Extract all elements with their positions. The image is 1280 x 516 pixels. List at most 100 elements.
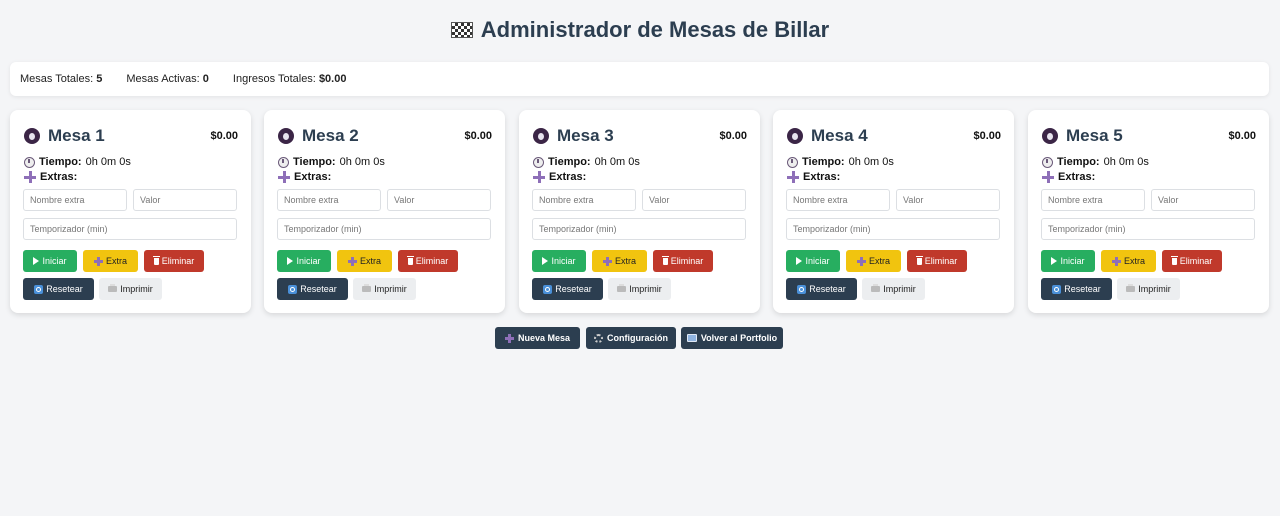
table-card-5: Mesa 5 $0.00 Tiempo: 0h 0m 0s Extras: In… bbox=[1028, 110, 1269, 313]
table-price: $0.00 bbox=[210, 130, 238, 142]
billiard-ball-icon bbox=[787, 128, 803, 144]
delete-button[interactable]: Eliminar bbox=[144, 250, 204, 272]
page-title: Administrador de Mesas de Billar bbox=[0, 14, 1280, 46]
plus-icon bbox=[787, 171, 799, 183]
time-value: 0h 0m 0s bbox=[1103, 156, 1149, 168]
billiard-ball-icon bbox=[533, 128, 549, 144]
table-price: $0.00 bbox=[1228, 130, 1256, 142]
time-value: 0h 0m 0s bbox=[848, 156, 894, 168]
extras-row: Extras: bbox=[24, 171, 77, 183]
page-title-text: Administrador de Mesas de Billar bbox=[480, 17, 830, 42]
billiard-ball-icon bbox=[24, 128, 40, 144]
timer-input[interactable] bbox=[532, 218, 746, 240]
time-value: 0h 0m 0s bbox=[594, 156, 640, 168]
time-label: Tiempo: bbox=[39, 156, 82, 168]
plus-icon bbox=[602, 256, 612, 266]
clock-icon bbox=[787, 156, 798, 168]
printer-icon bbox=[617, 284, 627, 292]
extra-button[interactable]: Extra bbox=[846, 250, 901, 272]
printer-icon bbox=[108, 284, 118, 292]
extra-button[interactable]: Extra bbox=[1101, 250, 1156, 272]
extras-label: Extras: bbox=[40, 171, 78, 183]
table-card-1: Mesa 1 $0.00 Tiempo: 0h 0m 0s Extras: In… bbox=[10, 110, 251, 313]
print-button[interactable]: Imprimir bbox=[862, 278, 925, 300]
extra-value-input[interactable] bbox=[1151, 189, 1255, 211]
print-button[interactable]: Imprimir bbox=[1117, 278, 1180, 300]
plus-icon bbox=[533, 171, 545, 183]
delete-button[interactable]: Eliminar bbox=[653, 250, 713, 272]
extra-value-input[interactable] bbox=[896, 189, 1000, 211]
new-table-button[interactable]: Nueva Mesa bbox=[495, 327, 580, 349]
time-row: Tiempo: 0h 0m 0s bbox=[278, 156, 385, 168]
timer-input[interactable] bbox=[277, 218, 491, 240]
start-button[interactable]: Iniciar bbox=[277, 250, 331, 272]
extra-button[interactable]: Extra bbox=[83, 250, 138, 272]
delete-button[interactable]: Eliminar bbox=[1162, 250, 1222, 272]
stat-active-tables: Mesas Activas: 0 bbox=[126, 73, 209, 85]
time-label: Tiempo: bbox=[802, 156, 845, 168]
clock-icon bbox=[24, 156, 35, 168]
plus-icon bbox=[347, 256, 357, 266]
printer-icon bbox=[871, 284, 881, 292]
start-button[interactable]: Iniciar bbox=[532, 250, 586, 272]
extra-value-input[interactable] bbox=[387, 189, 491, 211]
extra-button[interactable]: Extra bbox=[592, 250, 647, 272]
plus-icon bbox=[856, 256, 866, 266]
clock-icon bbox=[278, 156, 289, 168]
timer-input[interactable] bbox=[786, 218, 1000, 240]
delete-button[interactable]: Eliminar bbox=[907, 250, 967, 272]
delete-button[interactable]: Eliminar bbox=[398, 250, 458, 272]
start-button[interactable]: Iniciar bbox=[1041, 250, 1095, 272]
gear-icon bbox=[594, 333, 603, 343]
reset-button[interactable]: Resetear bbox=[277, 278, 348, 300]
extra-button[interactable]: Extra bbox=[337, 250, 392, 272]
plus-icon bbox=[504, 333, 514, 343]
extra-name-input[interactable] bbox=[23, 189, 127, 211]
back-to-portfolio-button[interactable]: Volver al Portfolio bbox=[681, 327, 783, 349]
reset-button[interactable]: Resetear bbox=[532, 278, 603, 300]
extras-row: Extras: bbox=[278, 171, 331, 183]
reset-icon bbox=[1052, 284, 1062, 294]
stat-total-income: Ingresos Totales: $0.00 bbox=[232, 73, 347, 85]
print-button[interactable]: Imprimir bbox=[353, 278, 416, 300]
table-name: Mesa 1 bbox=[48, 126, 105, 145]
portfolio-icon bbox=[686, 334, 697, 342]
reset-button[interactable]: Resetear bbox=[23, 278, 94, 300]
reset-icon bbox=[543, 284, 553, 294]
plus-icon bbox=[1042, 171, 1054, 183]
time-value: 0h 0m 0s bbox=[339, 156, 385, 168]
time-value: 0h 0m 0s bbox=[85, 156, 131, 168]
extras-label: Extras: bbox=[549, 171, 587, 183]
extra-name-input[interactable] bbox=[1041, 189, 1145, 211]
reset-button[interactable]: Resetear bbox=[1041, 278, 1112, 300]
print-button[interactable]: Imprimir bbox=[608, 278, 671, 300]
timer-input[interactable] bbox=[1041, 218, 1255, 240]
extras-row: Extras: bbox=[1042, 171, 1095, 183]
print-button[interactable]: Imprimir bbox=[99, 278, 162, 300]
table-name: Mesa 2 bbox=[302, 126, 359, 145]
extra-name-input[interactable] bbox=[786, 189, 890, 211]
table-name: Mesa 5 bbox=[1066, 126, 1123, 145]
plus-icon bbox=[24, 171, 36, 183]
table-price: $0.00 bbox=[719, 130, 747, 142]
settings-button[interactable]: Configuración bbox=[586, 327, 676, 349]
extra-value-input[interactable] bbox=[642, 189, 746, 211]
extra-name-input[interactable] bbox=[277, 189, 381, 211]
time-row: Tiempo: 0h 0m 0s bbox=[24, 156, 131, 168]
extras-label: Extras: bbox=[1058, 171, 1096, 183]
extras-row: Extras: bbox=[533, 171, 586, 183]
play-icon bbox=[542, 257, 549, 265]
time-row: Tiempo: 0h 0m 0s bbox=[787, 156, 894, 168]
plus-icon bbox=[93, 256, 103, 266]
stat-total-tables: Mesas Totales: 5 bbox=[20, 73, 103, 85]
extra-name-input[interactable] bbox=[532, 189, 636, 211]
start-button[interactable]: Iniciar bbox=[786, 250, 840, 272]
table-price: $0.00 bbox=[973, 130, 1001, 142]
timer-input[interactable] bbox=[23, 218, 237, 240]
reset-button[interactable]: Resetear bbox=[786, 278, 857, 300]
extra-value-input[interactable] bbox=[133, 189, 237, 211]
plus-icon bbox=[278, 171, 290, 183]
reset-icon bbox=[797, 284, 807, 294]
table-name: Mesa 4 bbox=[811, 126, 868, 145]
start-button[interactable]: Iniciar bbox=[23, 250, 77, 272]
